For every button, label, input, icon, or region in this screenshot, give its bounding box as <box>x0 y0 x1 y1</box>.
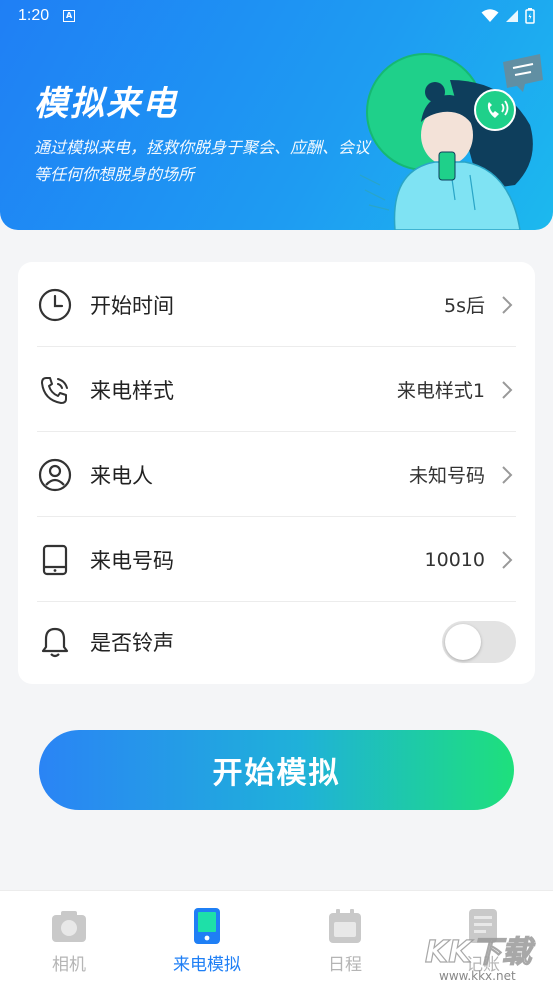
call-settings-card: 开始时间 5s后 来电样式 来电样式1 来电人 未知号码 来电号码 10010 … <box>18 262 535 684</box>
page-description: 通过模拟来电，拯救你脱身于聚会、应酬、会议等任何你想脱身的场所 <box>34 138 371 184</box>
tab-label: 记账 <box>466 955 500 975</box>
row-label: 开始时间 <box>90 293 174 318</box>
tab-label: 相机 <box>52 955 86 975</box>
start-simulation-button[interactable]: 开始模拟 <box>39 730 514 810</box>
row-value: 5s后 <box>444 295 485 317</box>
chevron-right-icon <box>502 380 513 399</box>
tab-label: 日程 <box>328 955 362 975</box>
tablet-icon <box>42 544 68 575</box>
status-bar: 1:20 A <box>0 0 553 32</box>
row-label: 来电样式 <box>90 378 174 403</box>
row-call-style[interactable]: 来电样式 来电样式1 <box>18 347 535 432</box>
signal-icon <box>506 10 518 22</box>
chevron-right-icon <box>502 465 513 484</box>
ringtone-toggle[interactable] <box>442 620 516 663</box>
row-label: 来电号码 <box>90 548 174 573</box>
row-label: 来电人 <box>90 463 153 488</box>
user-icon <box>38 458 72 491</box>
tab-camera[interactable]: 相机 <box>0 891 138 984</box>
battery-icon <box>525 8 535 24</box>
row-phone-number[interactable]: 来电号码 10010 <box>18 517 535 602</box>
row-start-time[interactable]: 开始时间 5s后 <box>18 262 535 347</box>
calendar-icon <box>329 909 361 943</box>
hero-banner: 1:20 A 模拟来电 通过模拟来电，拯救你脱身于聚会、应酬、会议等任何你想脱身… <box>0 0 553 230</box>
wifi-icon <box>481 9 499 22</box>
woman-on-phone-illustration <box>359 53 543 230</box>
bottom-tab-bar: 相机 来电模拟 日程 记账 KK下载 www.kkx.net <box>0 890 553 984</box>
status-indicators <box>481 8 535 24</box>
row-caller[interactable]: 来电人 未知号码 <box>18 432 535 517</box>
row-label: 是否铃声 <box>90 630 174 655</box>
notification-icon: A <box>63 10 76 22</box>
row-value: 未知号码 <box>408 465 485 487</box>
phone-call-icon <box>41 376 68 404</box>
toggle-knob <box>445 623 481 660</box>
camera-icon <box>52 911 86 942</box>
chevron-right-icon <box>502 295 513 314</box>
row-value: 10010 <box>424 548 485 571</box>
status-time: 1:20 <box>18 7 50 24</box>
chevron-right-icon <box>502 550 513 569</box>
phone-screen-icon <box>194 908 220 944</box>
tab-call-simulation[interactable]: 来电模拟 <box>138 891 276 984</box>
row-ringtone: 是否铃声 <box>18 599 535 684</box>
tab-label: 来电模拟 <box>173 955 241 975</box>
page-title: 模拟来电 <box>34 84 178 124</box>
notebook-icon <box>469 909 497 943</box>
row-value: 来电样式1 <box>396 380 485 402</box>
bell-icon <box>41 627 69 657</box>
tab-schedule[interactable]: 日程 <box>276 891 414 984</box>
tab-bookkeeping[interactable]: 记账 <box>414 891 552 984</box>
clock-icon <box>38 288 72 321</box>
